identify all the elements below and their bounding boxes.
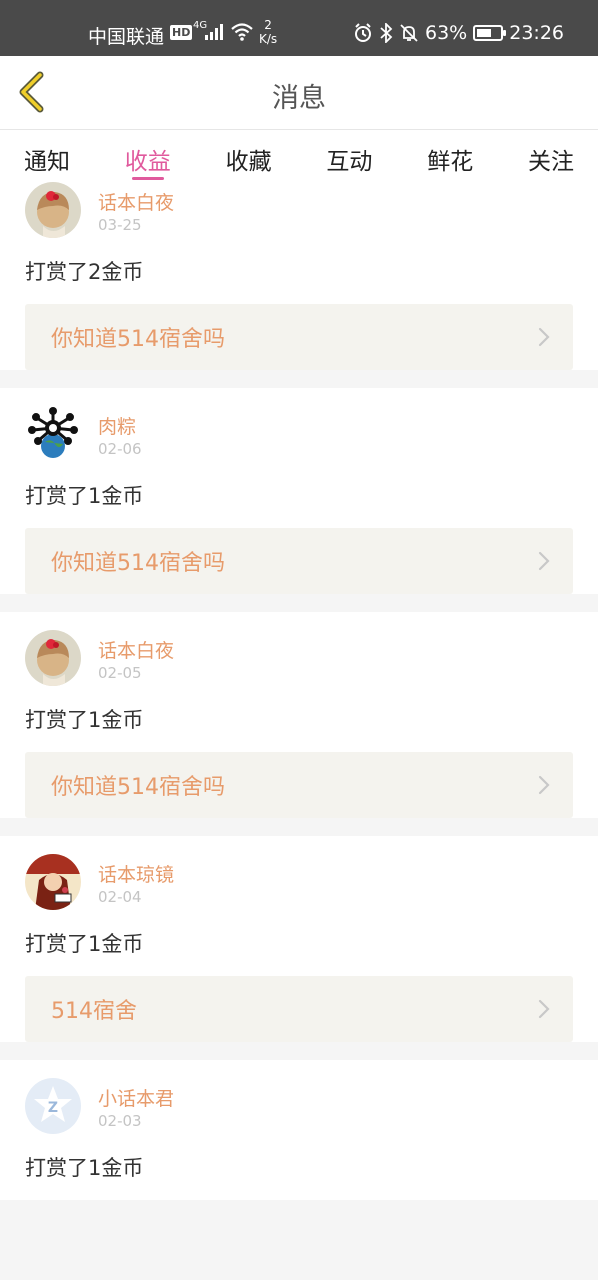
message-date: 02-06	[98, 440, 142, 458]
avatar[interactable]	[25, 182, 81, 238]
tab-5[interactable]: 关注	[528, 130, 574, 182]
carrier-label: 中国联通	[88, 26, 165, 48]
message-date: 02-03	[98, 1112, 142, 1130]
avatar[interactable]	[25, 630, 81, 686]
story-title: 514宿舍	[51, 999, 137, 1024]
tab-4[interactable]: 鲜花	[427, 130, 473, 182]
hd-icon: HD	[170, 25, 193, 40]
story-link[interactable]: 你知道514宿舍吗	[25, 752, 573, 818]
chevron-right-icon	[537, 550, 551, 572]
message-header: 话本琼镜 02-04	[25, 848, 573, 916]
avatar[interactable]	[25, 854, 81, 910]
username[interactable]: 话本琼镜	[98, 860, 174, 887]
clock: 23:26	[509, 22, 564, 44]
signal-icon	[205, 24, 223, 40]
story-title: 你知道514宿舍吗	[51, 327, 225, 352]
message-card: 肉粽 02-06 打赏了1金币你知道514宿舍吗	[0, 388, 598, 594]
reward-action-text: 打赏了1金币	[25, 1156, 144, 1180]
svg-text:Z: Z	[48, 1100, 58, 1116]
story-link[interactable]: 514宿舍	[25, 976, 573, 1042]
mute-bell-icon	[400, 24, 418, 42]
message-header: 话本白夜 02-05	[25, 624, 573, 692]
avatar[interactable]	[25, 406, 81, 462]
alarm-icon	[355, 23, 371, 42]
username[interactable]: 肉粽	[98, 412, 136, 439]
reward-action-text: 打赏了1金币	[25, 484, 144, 508]
battery-icon	[473, 25, 507, 41]
message-date: 02-04	[98, 888, 142, 906]
tab-1[interactable]: 收益	[125, 130, 171, 182]
bluetooth-icon	[380, 23, 393, 43]
message-feed[interactable]: 话本白夜 03-25 打赏了2金币 你知道514宿舍吗 肉粽 02-06 打赏了1金币 你知道…	[0, 182, 598, 1280]
message-card: Z 小话本君 02-03 打赏了1金币	[0, 1060, 598, 1200]
wifi-icon	[231, 23, 253, 41]
chevron-right-icon	[537, 774, 551, 796]
doll-avatar	[25, 630, 81, 686]
username[interactable]: 话本白夜	[98, 636, 174, 663]
page-title: 消息	[272, 83, 326, 114]
reward-action-text: 打赏了1金币	[25, 932, 144, 956]
reward-action-text: 打赏了1金币	[25, 708, 144, 732]
navbar: 消息	[0, 56, 598, 130]
message-header: 肉粽 02-06	[25, 400, 573, 468]
message-header: 话本白夜 03-25	[25, 182, 573, 244]
message-card: 话本白夜 03-25 打赏了2金币你知道514宿舍吗	[0, 182, 598, 370]
story-link[interactable]: 你知道514宿舍吗	[25, 304, 573, 370]
tab-3[interactable]: 互动	[326, 130, 372, 182]
tab-0[interactable]: 通知	[24, 130, 70, 182]
chevron-right-icon	[537, 326, 551, 348]
chevron-right-icon	[537, 998, 551, 1020]
message-header: Z 小话本君 02-03	[25, 1072, 573, 1140]
story-link[interactable]: 你知道514宿舍吗	[25, 528, 573, 594]
virus-globe-avatar	[25, 406, 81, 462]
username[interactable]: 话本白夜	[98, 188, 174, 215]
tab-2[interactable]: 收藏	[226, 130, 272, 182]
message-date: 02-05	[98, 664, 142, 682]
anime-avatar	[25, 854, 81, 910]
username[interactable]: 小话本君	[98, 1084, 174, 1111]
network-speed: 2 K/s	[259, 18, 277, 46]
default-avatar: Z	[25, 1078, 81, 1134]
speed-value: 2	[264, 18, 272, 32]
reward-action-text: 打赏了2金币	[25, 260, 144, 284]
doll-avatar	[25, 182, 81, 238]
tab-bar: 通知 收益 收藏 互动 鲜花 关注	[0, 130, 598, 182]
story-title: 你知道514宿舍吗	[51, 551, 225, 576]
status-bar: 中国联通 HD 4G 2 K/s 63% 23:26	[0, 0, 598, 56]
status-right: 63% 23:26	[353, 22, 564, 44]
message-card: 话本白夜 02-05 打赏了1金币你知道514宿舍吗	[0, 612, 598, 818]
speed-unit: K/s	[259, 32, 278, 46]
story-title: 你知道514宿舍吗	[51, 775, 225, 800]
battery-percent: 63%	[425, 22, 468, 44]
message-card: 话本琼镜 02-04 打赏了1金币 514宿舍	[0, 836, 598, 1042]
message-date: 03-25	[98, 216, 142, 234]
avatar[interactable]: Z	[25, 1078, 81, 1134]
